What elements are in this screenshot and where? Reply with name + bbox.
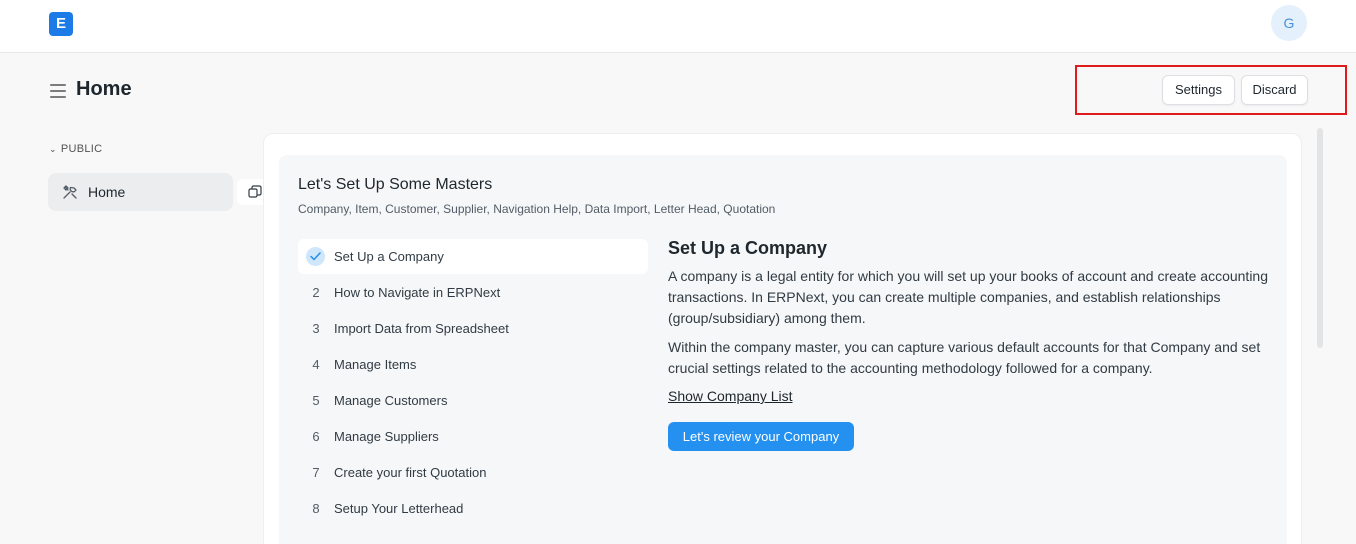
page-scrollbar[interactable] (1317, 128, 1323, 348)
step-detail-paragraph: A company is a legal entity for which yo… (668, 268, 1269, 326)
step-label: Manage Items (334, 357, 417, 372)
step-detail-paragraph: Within the company master, you can captu… (668, 339, 1261, 376)
step-label: Set Up a Company (334, 249, 444, 264)
onboarding-subtitle: Company, Item, Customer, Supplier, Navig… (298, 202, 776, 216)
hamburger-menu-icon[interactable] (50, 84, 66, 98)
app-logo[interactable]: E (49, 12, 73, 36)
step-label: Manage Suppliers (334, 429, 439, 444)
step-setup-letterhead[interactable]: 8 Setup Your Letterhead (298, 491, 648, 526)
step-manage-suppliers[interactable]: 6 Manage Suppliers (298, 419, 648, 454)
page-title: Home (76, 78, 132, 100)
step-navigate[interactable]: 2 How to Navigate in ERPNext (298, 275, 648, 310)
sidebar-item-label: Home (88, 184, 126, 200)
step-number: 4 (312, 357, 320, 372)
step-number: 3 (312, 321, 320, 336)
step-label: Create your first Quotation (334, 465, 487, 480)
review-company-button[interactable]: Let's review your Company (668, 422, 854, 451)
sidebar-section-label: PUBLIC (60, 143, 103, 155)
check-icon (306, 247, 325, 266)
tools-icon (63, 185, 77, 199)
step-number: 6 (312, 429, 320, 444)
chevron-down-icon: ⌄ (49, 144, 57, 154)
onboarding-title: Let's Set Up Some Masters (298, 176, 493, 193)
sidebar-item-home[interactable]: Home (48, 173, 273, 211)
settings-button[interactable]: Settings (1162, 75, 1235, 105)
show-company-list-link[interactable]: Show Company List (668, 388, 793, 404)
step-label: Setup Your Letterhead (334, 501, 464, 516)
step-manage-customers[interactable]: 5 Manage Customers (298, 383, 648, 418)
step-import-data[interactable]: 3 Import Data from Spreadsheet (298, 311, 648, 346)
step-label: Import Data from Spreadsheet (334, 321, 509, 336)
user-avatar[interactable]: G (1271, 5, 1307, 41)
step-number: 2 (312, 285, 320, 300)
step-label: Manage Customers (334, 393, 448, 408)
step-create-quotation[interactable]: 7 Create your first Quotation (298, 455, 648, 490)
step-number: 5 (312, 393, 320, 408)
step-detail-title: Set Up a Company (668, 238, 828, 258)
step-number: 8 (312, 501, 320, 516)
step-set-up-company[interactable]: Set Up a Company (298, 239, 648, 274)
step-manage-items[interactable]: 4 Manage Items (298, 347, 648, 382)
sidebar-section-public[interactable]: ⌄ PUBLIC (49, 143, 102, 155)
step-number: 7 (312, 465, 320, 480)
discard-button[interactable]: Discard (1241, 75, 1308, 105)
top-navbar: E G (0, 0, 1356, 53)
step-label: How to Navigate in ERPNext (334, 285, 501, 300)
